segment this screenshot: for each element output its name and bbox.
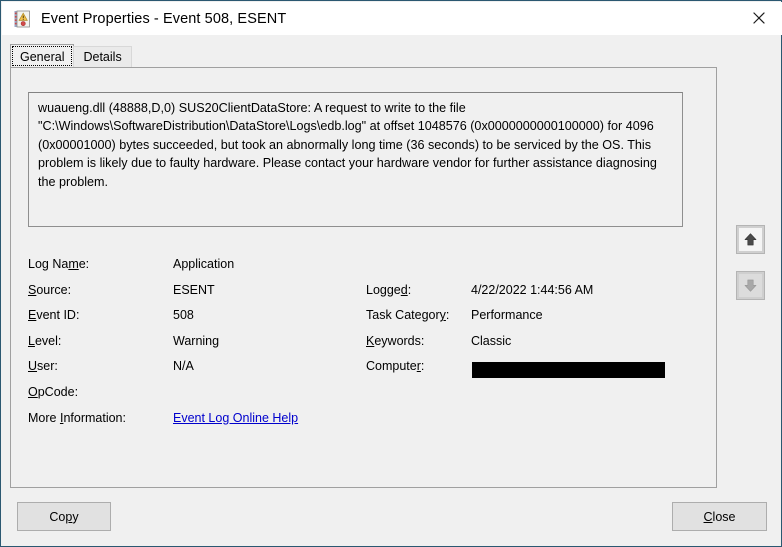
detail-row-eventid-taskcategory: Event ID: 508 Task Category: Performance	[28, 308, 700, 334]
next-event-button[interactable]	[736, 271, 765, 300]
value-level: Warning	[173, 333, 220, 348]
detail-row-more-information: More Information: Event Log Online Help	[28, 411, 700, 437]
detail-row-source-logged: Source: ESENT Logged: 4/22/2022 1:44:56 …	[28, 283, 700, 309]
event-detail-grid: Log Name: Application Source: ESENT Logg…	[28, 257, 700, 436]
label-logged: Logged:	[366, 282, 412, 297]
value-logged: 4/22/2022 1:44:56 AM	[471, 282, 594, 297]
tab-general-label: General	[20, 49, 65, 64]
value-task-category: Performance	[471, 308, 543, 323]
label-event-id: Event ID:	[28, 308, 80, 323]
detail-row-user-computer: User: N/A Computer:	[28, 359, 700, 385]
value-event-id: 508	[173, 308, 194, 323]
label-user: User:	[28, 359, 58, 374]
event-properties-dialog: Event Properties - Event 508, ESENT Gene…	[0, 0, 782, 547]
label-level: Level:	[28, 333, 62, 348]
arrow-up-icon	[739, 228, 762, 251]
tab-details[interactable]: Details	[73, 46, 132, 68]
label-task-category: Task Category:	[366, 308, 450, 323]
close-button[interactable]: Close	[672, 502, 767, 531]
redacted-computer-name	[472, 362, 665, 379]
event-description-box[interactable]: wuaueng.dll (48888,D,0) SUS20ClientDataS…	[28, 92, 683, 227]
value-source: ESENT	[173, 282, 215, 297]
event-log-icon	[13, 10, 31, 28]
tab-details-label: Details	[83, 50, 122, 64]
arrow-down-icon	[739, 274, 762, 297]
close-button-label: Close	[703, 509, 736, 524]
detail-row-log-name: Log Name: Application	[28, 257, 700, 283]
copy-button[interactable]: Copy	[17, 502, 111, 531]
copy-button-label: Copy	[49, 509, 79, 524]
detail-row-level-keywords: Level: Warning Keywords: Classic	[28, 334, 700, 360]
value-log-name: Application	[173, 257, 235, 271]
event-description-text: wuaueng.dll (48888,D,0) SUS20ClientDataS…	[38, 101, 661, 189]
label-keywords: Keywords:	[366, 333, 425, 348]
label-computer: Computer:	[366, 359, 425, 374]
close-icon[interactable]	[736, 2, 782, 34]
title-bar[interactable]: Event Properties - Event 508, ESENT	[2, 2, 782, 35]
tab-strip: General Details	[10, 44, 132, 68]
detail-row-opcode: OpCode:	[28, 385, 700, 411]
label-more-information: More Information:	[28, 410, 126, 425]
general-tab-panel: wuaueng.dll (48888,D,0) SUS20ClientDataS…	[10, 67, 717, 488]
event-log-online-help-link[interactable]: Event Log Online Help	[173, 411, 298, 425]
label-opcode: OpCode:	[28, 384, 79, 399]
label-log-name: Log Name:	[28, 257, 90, 271]
label-source: Source:	[28, 282, 72, 297]
value-keywords: Classic	[471, 333, 512, 348]
tab-general[interactable]: General	[10, 44, 75, 68]
value-user: N/A	[173, 359, 194, 374]
previous-event-button[interactable]	[736, 225, 765, 254]
window-title: Event Properties - Event 508, ESENT	[41, 10, 287, 27]
